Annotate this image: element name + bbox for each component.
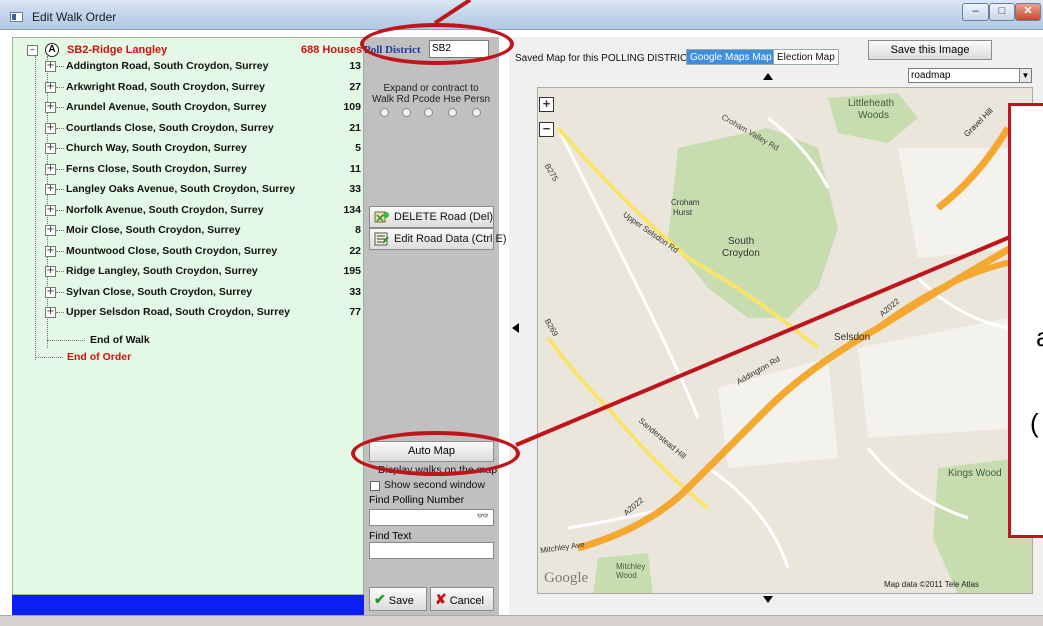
- bottom-status-strip: [0, 615, 1043, 626]
- arrow-line-mid: [515, 235, 1011, 447]
- annotation-arrows: [433, 0, 1011, 447]
- arrow-line-top: [433, 0, 472, 25]
